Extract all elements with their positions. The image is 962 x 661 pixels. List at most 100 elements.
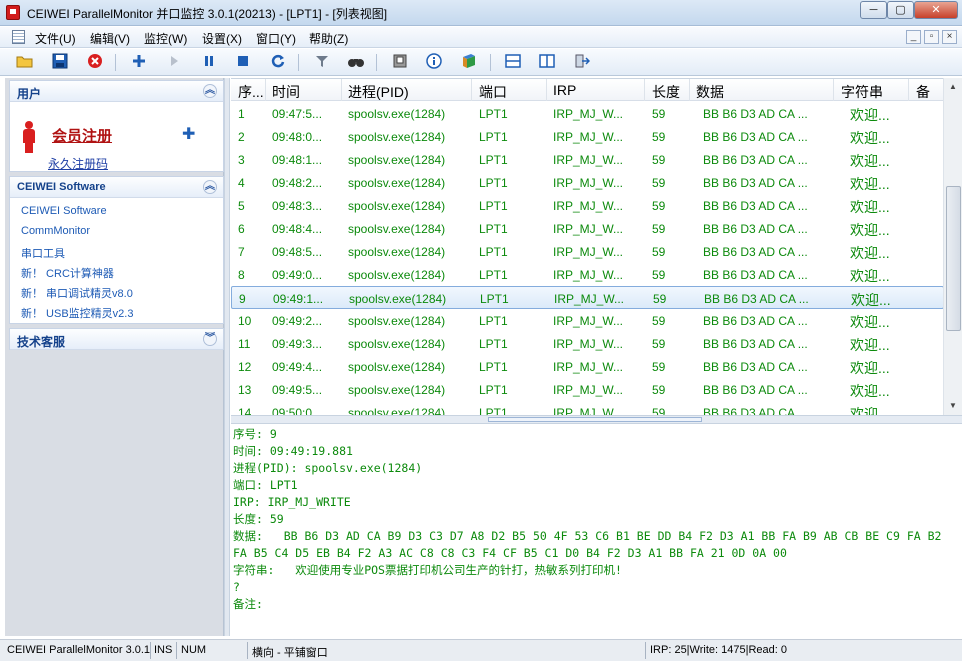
stop-red-icon[interactable] [85,53,105,71]
cell-len: 59 [652,176,666,190]
menu-edit[interactable]: 编辑(V) [90,30,130,47]
detail-data: 数据: BB B6 D3 AD CA B9 D3 C3 D7 A8 D2 B5 … [233,529,942,543]
device-icon[interactable] [390,53,410,71]
detail-data-cont: FA B5 C4 D5 EB B4 F2 A3 AC C8 C8 C3 F4 C… [233,546,787,560]
splitter-grip[interactable] [488,417,702,422]
menu-monitor[interactable]: 监控(W) [144,30,187,47]
cell-irp: IRP_MJ_W... [553,130,624,144]
table-row[interactable]: 10 09:49:2... spoolsv.exe(1284) LPT1 IRP_MJ_… [231,309,944,332]
link-commmonitor[interactable]: CommMonitor [21,225,90,237]
split-vertical-icon[interactable] [537,53,557,71]
cell-len: 59 [652,222,666,236]
col-irp[interactable]: IRP [553,82,576,98]
cell-irp: IRP_MJ_W... [553,153,624,167]
menu-window[interactable]: 窗口(Y) [256,30,296,47]
cell-irp: IRP_MJ_W... [553,383,624,397]
link-serial-debug[interactable]: 新！ 串口调试精灵v8.0 [21,285,133,301]
cell-time: 09:48:4... [272,222,323,236]
mdi-minimize-button[interactable]: _ [906,30,921,44]
cell-str: 欢迎... [850,199,890,215]
cell-proc: spoolsv.exe(1284) [348,199,446,213]
cell-seq: 3 [238,153,245,167]
filter-icon[interactable] [312,53,332,71]
link-ceiwei-software[interactable]: CEIWEI Software [21,205,107,217]
vertical-splitter[interactable] [224,78,230,636]
cell-time: 09:47:5... [272,107,323,121]
cell-str: 欢迎... [851,292,891,308]
col-length[interactable]: 长度 [652,82,680,102]
mdi-close-button[interactable]: × [942,30,957,44]
find-icon[interactable] [346,53,366,71]
table-row[interactable]: 1 09:47:5... spoolsv.exe(1284) LPT1 IRP_MJ_W… [231,102,944,125]
table-row[interactable]: 7 09:48:5... spoolsv.exe(1284) LPT1 IRP_MJ_W… [231,240,944,263]
col-port[interactable]: 端口 [479,82,507,102]
table-row[interactable]: 5 09:48:3... spoolsv.exe(1284) LPT1 IRP_MJ_W… [231,194,944,217]
add-icon[interactable] [129,53,149,71]
cell-proc: spoolsv.exe(1284) [348,176,446,190]
table-row[interactable]: 2 09:48:0... spoolsv.exe(1284) LPT1 IRP_MJ_W… [231,125,944,148]
cell-proc: spoolsv.exe(1284) [348,337,446,351]
pause-icon[interactable] [199,53,219,71]
detail-view[interactable]: 序号: 9 时间: 09:49:19.881 进程(PID): spoolsv.… [231,425,962,638]
minimize-button[interactable]: ─ [860,1,887,19]
table-row[interactable]: 12 09:49:4... spoolsv.exe(1284) LPT1 IRP_MJ_… [231,355,944,378]
permanent-key-link[interactable]: 永久注册码 [48,155,108,172]
collapse-icon[interactable]: ︽ [203,180,217,194]
maximize-button[interactable]: ▢ [887,1,914,19]
table-row[interactable]: 4 09:48:2... spoolsv.exe(1284) LPT1 IRP_MJ_W… [231,171,944,194]
member-register-link[interactable]: 会员注册 [52,125,112,146]
refresh-icon[interactable] [268,53,288,71]
col-process[interactable]: 进程(PID) [348,82,468,102]
user-panel-header[interactable]: 用户 ︽ [10,81,223,102]
table-row[interactable]: 13 09:49:5... spoolsv.exe(1284) LPT1 IRP_MJ_… [231,378,944,401]
cell-seq: 2 [238,130,245,144]
col-string[interactable]: 字符串 [841,82,883,102]
mdi-restore-button[interactable]: ▫ [924,30,939,44]
col-data[interactable]: 数据 [696,82,724,102]
play-icon[interactable] [164,53,184,71]
app-icon [6,5,20,20]
table-row[interactable]: 9 09:49:1... spoolsv.exe(1284) LPT1 IRP_MJ_W… [231,286,944,309]
link-usb-monitor[interactable]: 新！ USB监控精灵v2.3 [21,305,133,321]
support-panel-header[interactable]: 技术客服 ︾ [10,329,223,350]
book-icon[interactable] [459,53,479,71]
save-icon[interactable] [50,53,70,71]
add-icon[interactable]: ✚ [182,124,195,144]
table-row[interactable]: 3 09:48:1... spoolsv.exe(1284) LPT1 IRP_MJ_W… [231,148,944,171]
stop-icon[interactable] [233,53,253,71]
col-seq[interactable]: 序... [238,82,263,102]
col-remark[interactable]: 备 [916,82,941,102]
scroll-thumb[interactable] [946,186,961,331]
open-folder-icon[interactable] [15,53,35,71]
status-layout: 横向 - 平铺窗口 [252,647,328,659]
table-row[interactable]: 6 09:48:4... spoolsv.exe(1284) LPT1 IRP_MJ_W… [231,217,944,240]
scroll-down-icon[interactable]: ▼ [948,401,958,411]
list-scrollbar[interactable]: ▲ ▼ [943,78,962,415]
menu-settings[interactable]: 设置(X) [202,30,242,47]
table-row[interactable]: 8 09:49:0... spoolsv.exe(1284) LPT1 IRP_MJ_W… [231,263,944,286]
cell-time: 09:48:1... [272,153,323,167]
document-icon[interactable] [12,30,25,44]
close-button[interactable]: ✕ [914,1,958,19]
scroll-up-icon[interactable]: ▲ [948,82,958,92]
exit-icon[interactable] [572,53,592,71]
collapse-icon[interactable]: ︽ [203,84,217,98]
cell-time: 09:48:2... [272,176,323,190]
expand-icon[interactable]: ︾ [203,332,217,346]
cell-port: LPT1 [479,383,508,397]
info-icon[interactable] [424,53,444,71]
software-panel-header[interactable]: CEIWEI Software ︽ [10,177,223,198]
table-row[interactable]: 11 09:49:3... spoolsv.exe(1284) LPT1 IRP_MJ_… [231,332,944,355]
menu-help[interactable]: 帮助(Z) [309,30,348,47]
cell-data: BB B6 D3 AD CA ... [703,107,808,121]
cell-len: 59 [652,314,666,328]
cell-irp: IRP_MJ_W... [553,107,624,121]
link-serial-tool[interactable]: 串口工具 [21,245,65,261]
horizontal-splitter[interactable] [231,415,962,424]
menu-file[interactable]: 文件(U) [35,30,76,47]
split-horizontal-icon[interactable] [503,53,523,71]
cell-seq: 6 [238,222,245,236]
link-crc-tool[interactable]: 新！ CRC计算神器 [21,265,114,281]
status-app: CEIWEI ParallelMonitor 3.0.1 [7,644,151,656]
col-time[interactable]: 时间 [272,82,342,102]
